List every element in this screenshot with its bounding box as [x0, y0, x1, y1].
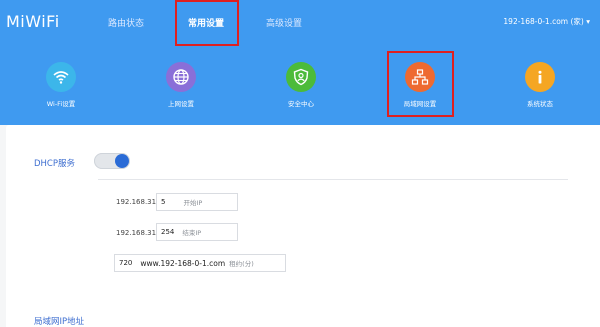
- lease-site-text: www.192-168-0-1.com: [140, 258, 226, 268]
- lan-ip-title: 局域网IP地址: [34, 317, 85, 327]
- start-ip-field[interactable]: 5 开始IP: [156, 193, 238, 211]
- end-ip-field[interactable]: 254 结束IP: [156, 223, 238, 241]
- tab-advanced-settings[interactable]: 高级设置: [266, 16, 302, 29]
- globe-icon: [166, 62, 196, 92]
- internet-settings-item[interactable]: 上网设置: [141, 62, 221, 108]
- tab-router-status[interactable]: 路由状态: [108, 16, 144, 29]
- lease-time-field[interactable]: 720 www.192-168-0-1.com 租约(分): [114, 254, 286, 272]
- system-status-label: 系统状态: [527, 100, 553, 108]
- settings-panel: DHCP服务 192.168.31. 5 开始IP 192.168.31. 25…: [6, 125, 600, 327]
- wifi-icon: [46, 62, 76, 92]
- lan-settings-highlight-box: [387, 51, 454, 117]
- dhcp-title: DHCP服务: [34, 159, 75, 169]
- device-selector[interactable]: 192-168-0-1.com (家) ▾: [503, 16, 590, 27]
- toggle-knob: [115, 154, 129, 168]
- end-ip-prefix: 192.168.31.: [116, 229, 159, 237]
- info-icon: [525, 62, 555, 92]
- end-ip-value: 254: [161, 228, 175, 236]
- end-ip-placeholder: 结束IP: [182, 229, 202, 237]
- system-status-item[interactable]: 系统状态: [500, 62, 580, 108]
- lease-time-placeholder: 租约(分): [229, 260, 254, 268]
- wifi-settings-item[interactable]: Wi-Fi设置: [21, 62, 101, 108]
- internet-settings-label: 上网设置: [168, 100, 194, 108]
- active-tab-highlight-box: [175, 0, 239, 46]
- lease-time-value: 720: [119, 259, 133, 267]
- dhcp-toggle[interactable]: [94, 153, 130, 169]
- security-center-item[interactable]: 安全中心: [261, 62, 341, 108]
- start-ip-prefix: 192.168.31.: [116, 198, 159, 206]
- top-header: MiWiFi 路由状态 常用设置 高级设置 192-168-0-1.com (家…: [0, 0, 600, 125]
- shield-user-icon: [286, 62, 316, 92]
- security-center-label: 安全中心: [288, 100, 314, 108]
- dhcp-divider: [98, 179, 568, 180]
- miwifi-logo: MiWiFi: [6, 12, 60, 31]
- start-ip-placeholder: 开始IP: [183, 199, 203, 207]
- wifi-settings-label: Wi-Fi设置: [46, 100, 76, 108]
- start-ip-value: 5: [161, 198, 166, 206]
